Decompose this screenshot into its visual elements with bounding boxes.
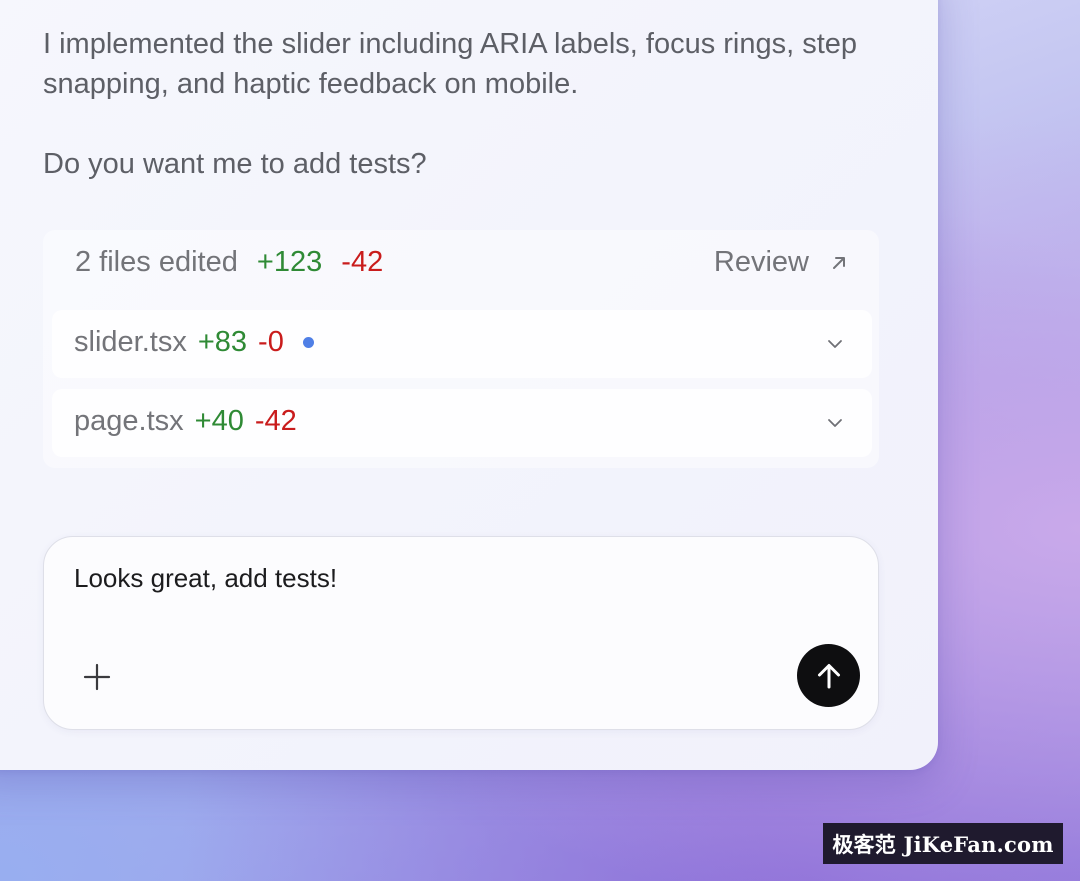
total-deletions: -42: [341, 246, 384, 278]
file-additions: +40: [194, 405, 244, 437]
plus-icon[interactable]: [82, 662, 112, 692]
arrow-up-icon: [817, 663, 840, 688]
review-label: Review: [713, 246, 809, 278]
file-row-page[interactable]: page.tsx +40 -42: [52, 389, 872, 457]
file-deletions: -42: [254, 405, 297, 437]
review-button[interactable]: Review: [714, 246, 849, 279]
message-paragraph: I implemented the slider including ARIA …: [43, 28, 858, 100]
changed-files-card: 2 files edited +123 -42 Review slider.ts…: [43, 230, 879, 468]
watermark-logo: 极客范 JiKeFan.com: [823, 823, 1063, 864]
chevron-down-icon[interactable]: [826, 335, 844, 353]
chevron-down-icon[interactable]: [826, 414, 844, 432]
message-question: Do you want me to add tests?: [43, 148, 427, 180]
message-input[interactable]: Looks great, add tests!: [74, 563, 337, 594]
file-row-slider[interactable]: slider.tsx +83 -0: [52, 310, 872, 378]
files-edited-label: 2 files edited: [75, 246, 238, 278]
file-deletions: -0: [258, 326, 284, 358]
arrow-up-right-icon: [833, 256, 845, 269]
total-additions: +123: [256, 246, 323, 278]
file-row-label: slider.tsx +83 -0: [74, 326, 314, 359]
send-button[interactable]: [797, 644, 860, 707]
file-row-label: page.tsx +40 -42: [74, 405, 297, 438]
files-summary: 2 files edited +123 -42: [75, 246, 383, 279]
file-name: slider.tsx: [74, 326, 187, 358]
file-name: page.tsx: [74, 405, 184, 437]
message-composer: Looks great, add tests!: [43, 536, 879, 730]
changed-files-header: 2 files edited +123 -42 Review: [43, 230, 879, 298]
assistant-message: I implemented the slider including ARIA …: [43, 24, 883, 184]
modified-dot-indicator: [302, 337, 314, 348]
file-additions: +83: [197, 326, 248, 358]
